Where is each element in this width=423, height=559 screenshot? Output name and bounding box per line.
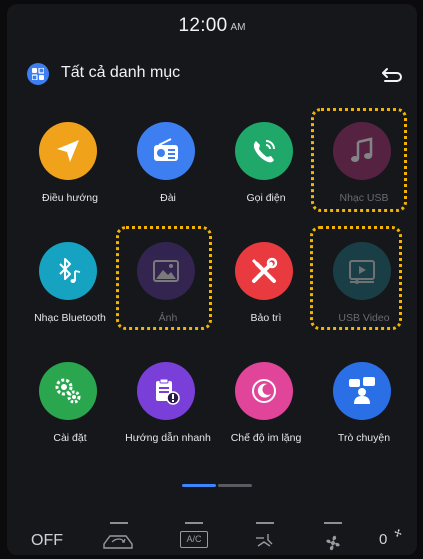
app-label: Ảnh [158,312,178,324]
radio-icon [137,122,195,180]
silent-mode-icon [235,362,293,420]
app-label: Đài [160,192,176,204]
app-photos[interactable]: Ảnh [120,242,216,346]
fan-icon [326,535,340,551]
back-arrow-icon [382,68,402,82]
app-quick-guide[interactable]: Hướng dẫn nhanh [120,362,216,466]
recirculation-icon [103,535,133,549]
page-indicator-active[interactable] [182,484,216,487]
app-label: Chế độ im lặng [230,432,302,444]
app-label: Điều hướng [42,192,98,204]
clock-time: 12:00 [178,15,228,36]
app-label: Cài đặt [53,432,87,444]
climate-off-button[interactable]: OFF [31,532,63,550]
clock-ampm: AM [230,21,246,33]
climate-bar: OFF A/C 0 [7,522,417,555]
page-indicator [182,484,252,487]
app-maintenance[interactable]: Bảo trì [218,242,314,346]
infotainment-screen: 12:00 AM Tất cả danh mục Điều hướng Đài … [7,4,417,555]
phone-icon [235,122,293,180]
image-icon [137,242,195,300]
ac-icon: A/C [180,531,208,548]
bluetooth-music-icon [39,242,97,300]
app-silent-mode[interactable]: Chế độ im lặng [218,362,314,466]
app-usb-music[interactable]: Nhạc USB [316,122,412,226]
grid-icon [27,63,49,85]
page-title: Tất cả danh mục [61,64,181,81]
app-settings[interactable]: Cài đặt [22,362,118,466]
app-label: Trò chuyện [337,432,391,444]
app-radio[interactable]: Đài [120,122,216,226]
app-label: Nhạc USB [339,192,389,204]
header: Tất cả danh mục [7,56,417,92]
app-chat[interactable]: Trò chuyện [316,362,412,466]
fan-speed-value: 0 [379,529,402,548]
app-bluetooth-music[interactable]: Nhạc Bluetooth [22,242,118,346]
page-indicator-inactive[interactable] [218,484,252,487]
app-label: Hướng dẫn nhanh [125,432,211,444]
chat-icon [333,362,391,420]
fan-small-icon [394,529,401,537]
fan-speed-number: 0 [379,531,388,548]
recirculation-button[interactable] [100,522,138,555]
app-usb-video[interactable]: USB Video [316,242,412,346]
tools-icon [235,242,293,300]
back-button[interactable] [379,61,405,87]
quick-guide-icon [137,362,195,420]
fan-button[interactable] [318,522,348,555]
app-phone[interactable]: Gọi điện [218,122,314,226]
navigation-icon [39,122,97,180]
status-bar: 12:00 AM [7,4,417,48]
settings-gears-icon [39,362,97,420]
app-label: Gọi điện [246,192,286,204]
app-label: Nhạc Bluetooth [34,312,106,324]
app-label: USB Video [338,312,390,324]
airflow-button[interactable] [250,522,280,555]
airflow-icon [256,534,273,547]
app-navigation[interactable]: Điều hướng [22,122,118,226]
video-icon [333,242,391,300]
music-note-icon [333,122,391,180]
ac-button[interactable]: A/C [179,522,209,555]
app-label: Bảo trì [250,312,282,324]
